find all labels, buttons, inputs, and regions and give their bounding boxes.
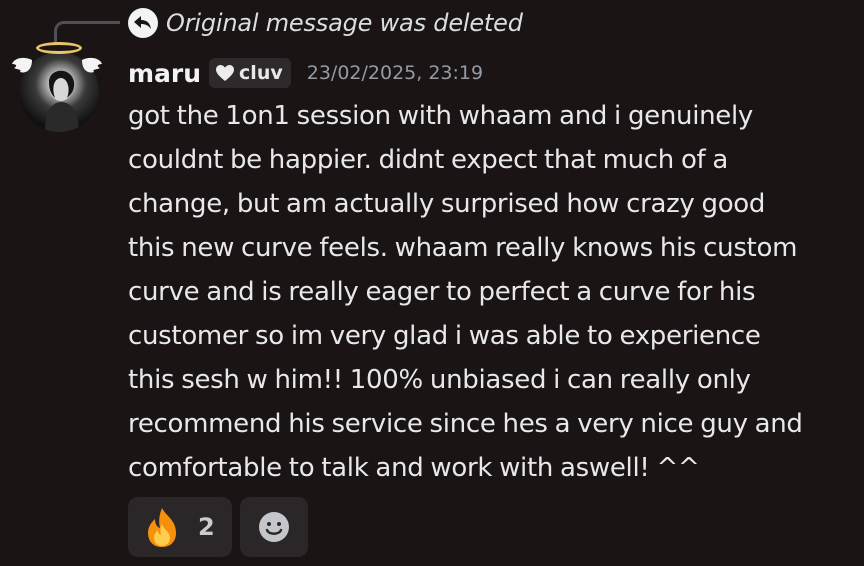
add-reaction-button[interactable]	[240, 497, 308, 557]
message-line: got the 1on1 session with whaam and i ge…	[128, 101, 754, 131]
username[interactable]: maru	[128, 59, 201, 88]
fire-reaction-button[interactable]: 2	[128, 497, 232, 557]
message-timestamp: 23/02/2025, 23:19	[306, 62, 484, 84]
wing-icon	[12, 57, 32, 73]
reaction-count: 2	[198, 513, 215, 541]
message-line: customer so im very glad i was able to e…	[128, 321, 761, 351]
avatar[interactable]	[10, 42, 104, 134]
chat-message: Original message was deleted maru cluv 2…	[0, 0, 864, 566]
wing-icon	[82, 57, 102, 73]
halo-icon	[36, 42, 82, 54]
reactions-bar: 2	[128, 497, 308, 557]
message-line: couldnt be happier. didnt expect that mu…	[128, 145, 728, 175]
message-line: this new curve feels. whaam really knows…	[128, 233, 798, 263]
message-content: got the 1on1 session with whaam and i ge…	[128, 94, 858, 490]
message-line: comfortable to talk and work with aswell…	[128, 453, 700, 483]
add-reaction-icon	[259, 512, 289, 542]
message-line: recommend his service since hes a very n…	[128, 409, 803, 439]
reply-reference[interactable]: Original message was deleted	[128, 6, 523, 40]
message-line: curve and is really eager to perfect a c…	[128, 277, 756, 307]
message-header: maru cluv 23/02/2025, 23:19	[128, 55, 483, 91]
server-tag[interactable]: cluv	[209, 58, 291, 88]
heart-icon	[216, 65, 235, 81]
message-line: this sesh w him!! 100% unbiased i can re…	[128, 365, 751, 395]
reply-arrow-icon	[128, 8, 158, 38]
server-tag-label: cluv	[239, 62, 283, 84]
message-line: change, but am actually surprised how cr…	[128, 189, 766, 219]
reply-deleted-text: Original message was deleted	[166, 9, 523, 37]
fire-emoji-icon	[148, 508, 176, 547]
